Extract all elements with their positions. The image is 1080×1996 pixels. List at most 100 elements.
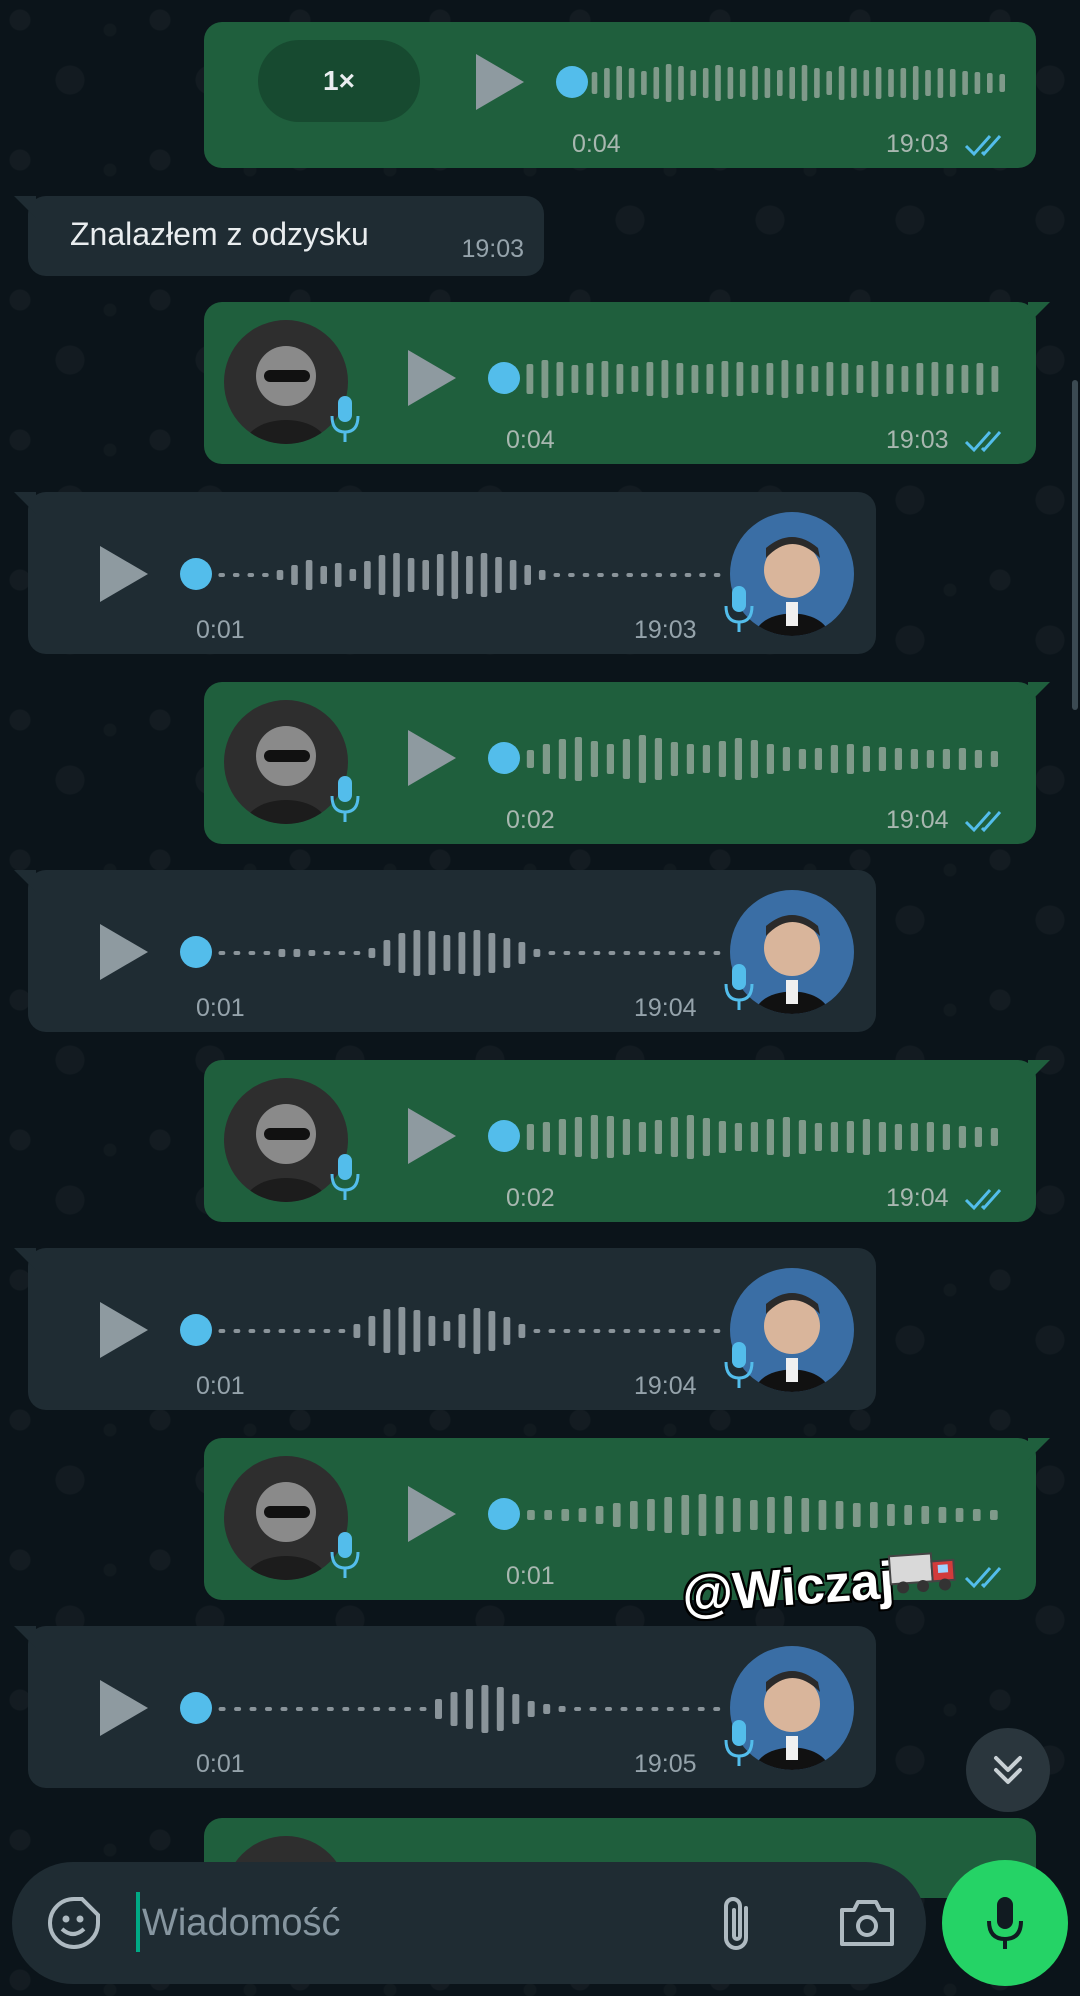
waveform-bar xyxy=(721,361,729,397)
waveform-bar xyxy=(413,1310,421,1352)
waveform-bar xyxy=(835,1501,844,1529)
waveform-bar xyxy=(527,1510,535,1520)
waveform-bar xyxy=(458,1314,466,1348)
waveform-bar xyxy=(334,563,342,587)
seek-handle[interactable] xyxy=(488,742,520,774)
waveform-bar xyxy=(862,746,870,772)
waveform-bar xyxy=(990,1128,998,1146)
play-icon[interactable] xyxy=(100,1680,148,1736)
waveform-bar xyxy=(388,1707,396,1711)
waveform-bar xyxy=(574,1117,582,1157)
waveform-bar xyxy=(991,366,999,392)
waveform-bar xyxy=(697,1707,705,1711)
waveform-bar xyxy=(407,558,415,592)
waveform-bar xyxy=(766,1119,774,1155)
seek-handle[interactable] xyxy=(488,1498,520,1530)
waveform xyxy=(526,360,999,398)
waveform-bar xyxy=(946,364,954,394)
seek-handle[interactable] xyxy=(556,66,588,98)
waveform-bar xyxy=(605,1707,612,1711)
play-icon[interactable] xyxy=(408,730,456,786)
waveform-bar xyxy=(782,1117,790,1157)
message-time: 19:03 xyxy=(634,616,697,644)
waveform-bar xyxy=(593,1329,601,1333)
outgoing-voice-message[interactable]: 0:02 19:04 xyxy=(204,1060,1050,1222)
waveform-bar xyxy=(727,67,734,99)
waveform-bar xyxy=(542,1122,550,1152)
waveform-bar xyxy=(518,1324,526,1338)
seek-handle[interactable] xyxy=(180,1314,212,1346)
waveform-bar xyxy=(232,573,240,577)
seek-handle[interactable] xyxy=(180,936,212,968)
waveform-bar xyxy=(503,938,511,968)
seek-handle[interactable] xyxy=(488,1120,520,1152)
waveform-bar xyxy=(413,930,421,976)
waveform-bar xyxy=(466,556,473,594)
waveform-bar xyxy=(830,1122,838,1152)
sticker-icon[interactable] xyxy=(46,1895,102,1951)
play-icon[interactable] xyxy=(408,1486,456,1542)
incoming-voice-message[interactable]: 0:01 19:05 xyxy=(14,1626,876,1788)
waveform xyxy=(218,1685,721,1733)
scrollbar[interactable] xyxy=(1072,380,1078,710)
camera-icon[interactable] xyxy=(838,1898,896,1948)
waveform-bar xyxy=(878,747,886,771)
waveform-bar xyxy=(526,364,534,394)
waveform-bar xyxy=(488,933,496,973)
seek-handle[interactable] xyxy=(180,558,212,590)
waveform-bar xyxy=(668,951,676,955)
waveform-bar xyxy=(308,950,316,956)
incoming-voice-message[interactable]: 0:01 19:03 xyxy=(14,492,876,654)
scroll-to-bottom-button[interactable] xyxy=(966,1728,1050,1812)
waveform-bar xyxy=(814,748,822,770)
waveform-bar xyxy=(450,1692,458,1726)
waveform-bar xyxy=(544,1510,552,1520)
waveform-bar xyxy=(590,741,598,777)
message-time: 19:04 xyxy=(634,1372,697,1400)
waveform-bar xyxy=(326,1707,334,1711)
waveform-bar xyxy=(527,1701,535,1717)
paperclip-icon[interactable] xyxy=(716,1894,760,1954)
incoming-text-message[interactable]: Znalazłem z odzysku 19:03 xyxy=(14,196,544,276)
seek-handle[interactable] xyxy=(488,362,520,394)
waveform-bar xyxy=(852,1503,861,1527)
incoming-voice-message[interactable]: 0:01 19:04 xyxy=(14,1248,876,1410)
waveform-bar xyxy=(641,71,647,95)
waveform-bar xyxy=(846,744,854,774)
waveform-bar xyxy=(574,737,582,781)
microphone-icon xyxy=(330,1154,360,1200)
waveform-bar xyxy=(987,73,993,93)
waveform-bar xyxy=(496,1687,504,1731)
outgoing-voice-message[interactable]: 0:04 19:03 xyxy=(204,302,1050,464)
waveform-bar xyxy=(990,751,998,767)
incoming-voice-message[interactable]: 0:01 19:04 xyxy=(14,870,876,1032)
play-icon[interactable] xyxy=(408,350,456,406)
waveform-bar xyxy=(305,560,313,590)
play-icon[interactable] xyxy=(100,546,148,602)
waveform-bar xyxy=(938,1507,947,1523)
message-input[interactable]: Wiadomość xyxy=(142,1902,341,1945)
seek-handle[interactable] xyxy=(180,1692,212,1724)
playback-speed-button[interactable]: 1× xyxy=(258,40,420,122)
waveform-bar xyxy=(622,1119,630,1155)
waveform-bar xyxy=(931,362,939,396)
waveform-bar xyxy=(553,573,561,577)
outgoing-voice-message[interactable]: 0:02 19:04 xyxy=(204,682,1050,844)
play-icon[interactable] xyxy=(100,924,148,980)
waveform-bar xyxy=(218,951,226,955)
record-voice-button[interactable] xyxy=(942,1860,1068,1986)
waveform-bar xyxy=(886,364,894,394)
play-icon[interactable] xyxy=(476,54,524,110)
waveform-bar xyxy=(814,1123,822,1151)
play-icon[interactable] xyxy=(100,1302,148,1358)
message-composer[interactable]: Wiadomość xyxy=(12,1862,926,1984)
waveform-bar xyxy=(910,749,918,769)
waveform-bar xyxy=(955,1508,964,1522)
play-icon[interactable] xyxy=(408,1108,456,1164)
outgoing-voice-message[interactable]: 1× 0:04 19:03 xyxy=(204,22,1036,168)
waveform-bar xyxy=(578,1508,587,1522)
waveform-bar xyxy=(480,553,488,597)
waveform-bar xyxy=(611,573,619,577)
waveform-bar xyxy=(218,1329,226,1333)
waveform-bar xyxy=(620,1707,628,1711)
